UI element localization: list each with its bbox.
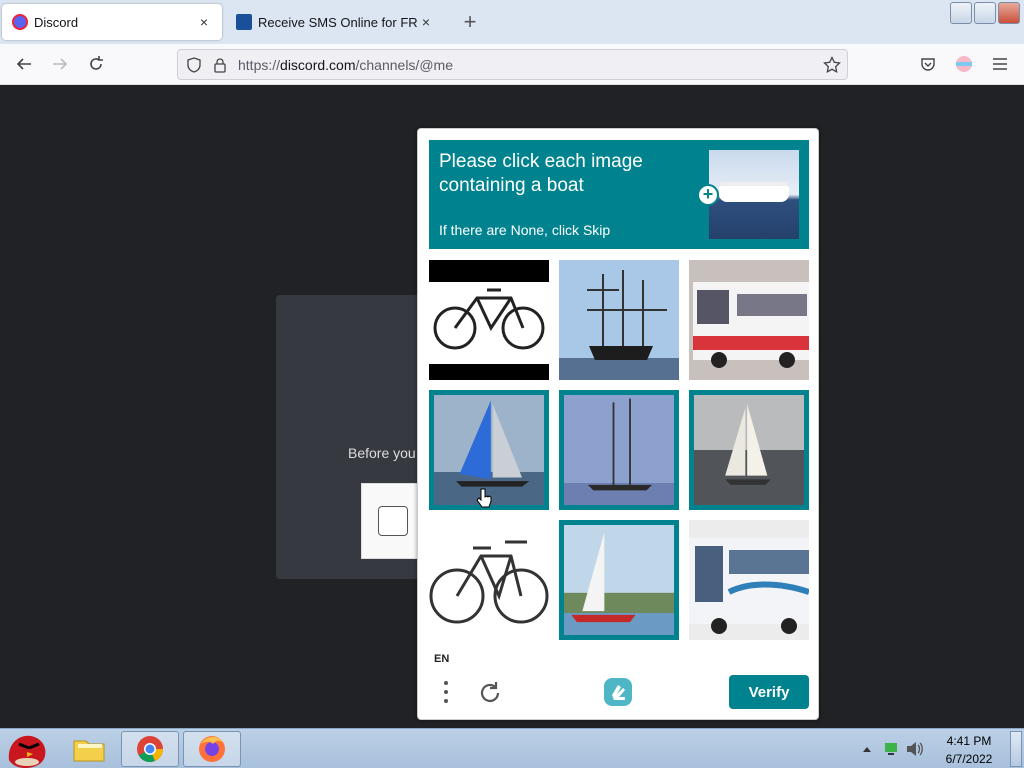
url-host: discord.com [280,56,356,73]
back-button[interactable] [12,52,36,76]
captcha-checkbox[interactable] [378,506,408,536]
clock-time: 4:41 PM [946,734,992,748]
language-selector[interactable]: EN [434,653,449,665]
close-tab-icon[interactable]: × [418,14,434,30]
tab-title: Discord [34,14,79,30]
sailboat-image [564,525,674,635]
explorer-taskbar-button[interactable] [60,731,118,767]
refresh-challenge-icon[interactable] [476,679,504,707]
sailing-ship-image [559,260,679,380]
challenge-tile-selected[interactable] [559,390,679,510]
pocket-button[interactable] [916,52,940,76]
challenge-tile[interactable] [429,520,549,640]
bicycle-image [429,260,549,380]
tab-discord[interactable]: Discord × [2,4,222,40]
close-tab-icon[interactable]: × [196,14,212,30]
pocket-icon [921,58,935,71]
account-icon [956,56,972,72]
network-icon[interactable] [884,742,898,756]
show-desktop-button[interactable] [1010,731,1022,767]
account-button[interactable] [952,52,976,76]
sailboat-image [694,395,804,505]
challenge-prompt: Please click each image containing a boa… [429,140,809,249]
taskbar: 4:41 PM 6/7/2022 [0,728,1024,768]
tab-title: Receive SMS Online for FREE [258,14,418,30]
start-button[interactable] [2,731,54,768]
clock-date: 6/7/2022 [945,752,993,766]
bus-image [689,520,809,640]
url-bar[interactable]: https://discord.com/channels/@me [177,49,848,80]
challenge-tile[interactable] [689,520,809,640]
back-icon [16,58,31,70]
challenge-tile[interactable] [559,260,679,380]
more-options-icon[interactable] [438,679,454,705]
angry-birds-start-icon [8,735,46,768]
expand-example-button[interactable]: + [697,184,719,206]
url-scheme: https:// [238,56,281,73]
menu-button[interactable] [988,52,1012,76]
reload-icon [90,56,103,70]
minimize-button[interactable] [950,2,972,24]
nav-bar: https://discord.com/channels/@me [0,44,1024,85]
bicycle-image [429,520,549,640]
chrome-taskbar-button[interactable] [121,731,179,767]
hcaptcha-logo-icon[interactable] [601,675,635,709]
restore-button[interactable] [974,2,996,24]
sailboat-image [564,395,674,505]
menu-icon [993,58,1007,70]
discord-favicon-icon [12,14,28,30]
shield-icon[interactable] [186,56,202,73]
forward-button[interactable] [48,52,72,76]
taskbar-clock[interactable]: 4:41 PM 6/7/2022 [930,733,1008,767]
bus-image [689,260,809,380]
challenge-tile[interactable] [429,260,549,380]
challenge-tile-selected[interactable] [559,520,679,640]
hand-cursor-icon [476,488,492,508]
sms-favicon-icon [236,14,252,30]
lock-icon[interactable] [212,57,228,73]
folder-icon [73,740,105,762]
verify-button[interactable]: Verify [729,675,809,709]
example-image [709,150,799,239]
hcaptcha-challenge: Please click each image containing a boa… [417,128,819,720]
reload-button[interactable] [84,52,108,76]
url-path: /channels/@me [355,56,453,73]
star-icon[interactable] [823,56,841,74]
discord-prompt-text: Before you [348,445,416,461]
volume-icon[interactable] [906,741,924,757]
firefox-icon [199,736,225,762]
challenge-tile[interactable] [689,260,809,380]
close-window-button[interactable] [998,2,1020,24]
chrome-icon [137,736,163,763]
challenge-title: Please click each image containing a boa… [439,151,643,196]
firefox-taskbar-button[interactable] [183,731,241,767]
show-hidden-icons-icon[interactable] [862,745,872,753]
challenge-subtitle: If there are None, click Skip [439,222,611,238]
forward-icon [53,58,68,70]
tab-receive-sms[interactable]: Receive SMS Online for FREE × [228,4,442,40]
challenge-tile-selected[interactable] [689,390,809,510]
tab-bar: Discord × Receive SMS Online for FREE × … [0,0,1024,44]
new-tab-button[interactable]: + [458,9,482,35]
url-text: https://discord.com/channels/@me [238,57,453,73]
